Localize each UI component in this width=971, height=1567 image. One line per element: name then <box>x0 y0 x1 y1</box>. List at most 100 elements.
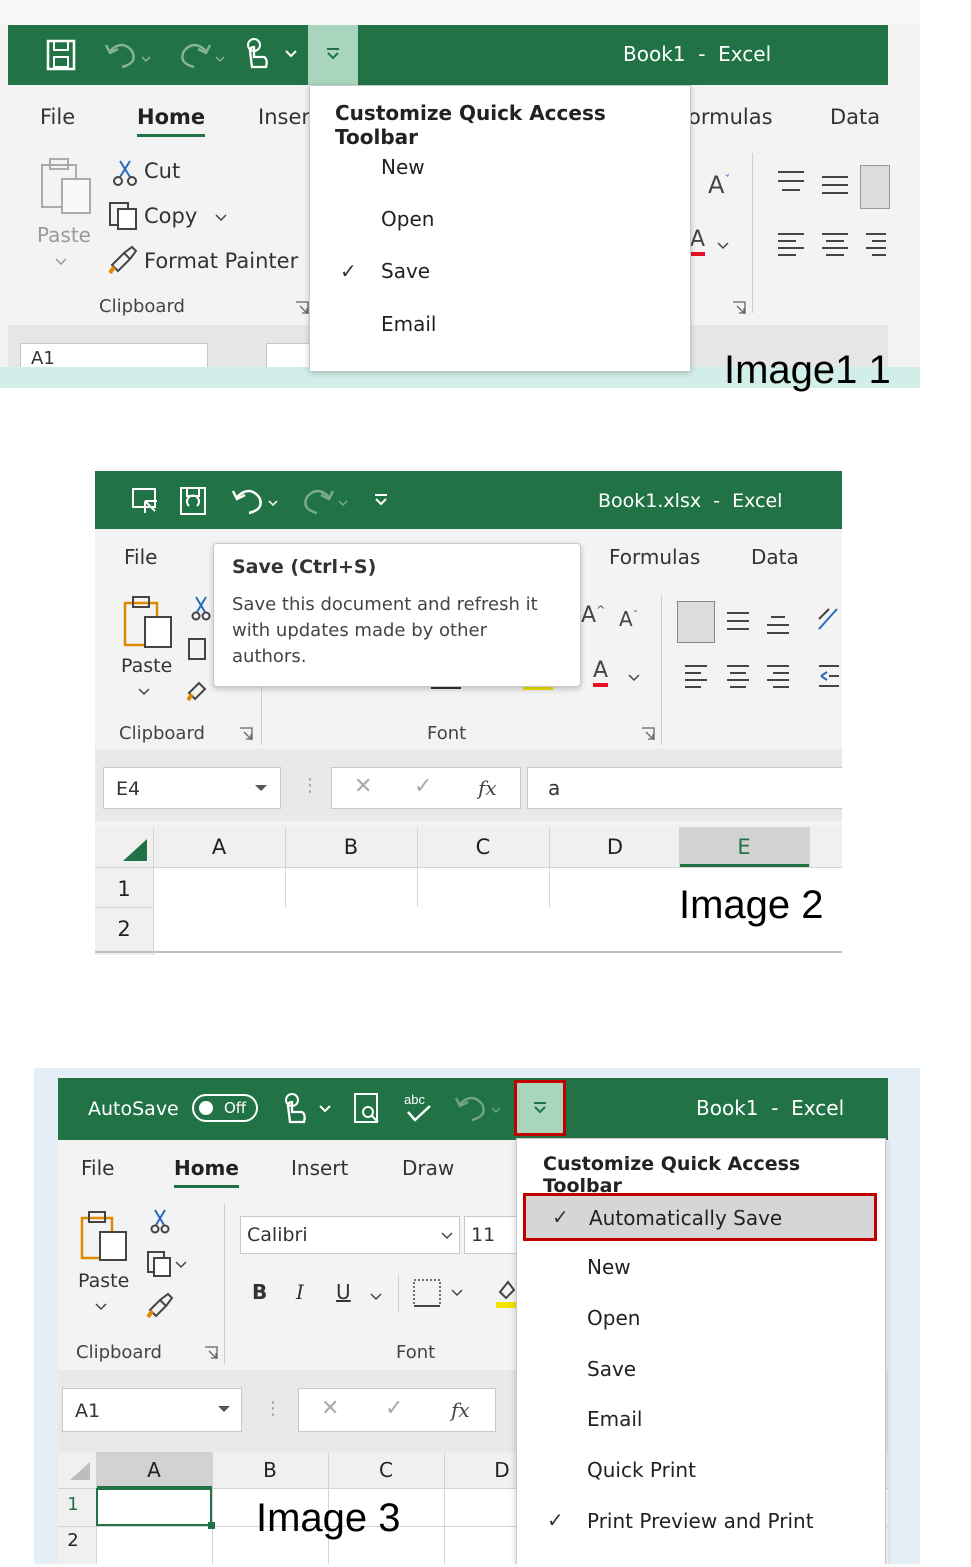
tab-formulas[interactable]: ormulas <box>688 105 773 129</box>
menu-item-open[interactable]: Open <box>587 1306 640 1330</box>
align-right-icon[interactable] <box>864 231 888 257</box>
format-painter-icon[interactable] <box>187 675 211 701</box>
decrease-font-icon[interactable]: Aˇ <box>619 607 638 631</box>
chevron-down-icon[interactable] <box>217 1405 231 1415</box>
copy-icon[interactable] <box>146 1250 192 1278</box>
font-size-select[interactable]: 11 <box>464 1216 522 1254</box>
column-header[interactable]: C <box>417 835 549 859</box>
save-icon[interactable] <box>46 39 76 71</box>
align-right-icon[interactable] <box>765 663 791 689</box>
align-top-button[interactable] <box>677 601 715 643</box>
paste-icon[interactable] <box>121 595 177 651</box>
menu-item-save[interactable]: Save <box>381 259 430 283</box>
underline-button[interactable]: U <box>336 1280 351 1304</box>
orientation-icon[interactable] <box>815 605 841 633</box>
decrease-indent-icon[interactable] <box>817 663 841 689</box>
align-left-icon[interactable] <box>683 663 709 689</box>
enter-icon[interactable]: ✓ <box>385 1396 403 1421</box>
chevron-down-icon[interactable] <box>370 1292 382 1302</box>
align-bottom-button[interactable] <box>860 165 890 209</box>
column-header[interactable]: C <box>328 1458 444 1482</box>
copy-icon[interactable] <box>187 637 213 665</box>
redo-icon[interactable] <box>299 485 351 517</box>
menu-item-automatically-save[interactable]: ✓ Automatically Save <box>523 1193 877 1241</box>
cut-icon[interactable] <box>150 1208 170 1234</box>
paste-icon[interactable] <box>78 1210 132 1264</box>
customize-qat-button[interactable] <box>514 1080 566 1136</box>
menu-item-open[interactable]: Open <box>381 207 434 231</box>
tab-data[interactable]: Data <box>751 545 799 569</box>
name-box[interactable]: A1 <box>62 1388 242 1432</box>
customize-qat-button[interactable] <box>308 25 358 85</box>
tab-data[interactable]: Data <box>830 105 880 129</box>
select-all-icon[interactable] <box>121 837 149 863</box>
menu-item-print-preview[interactable]: Print Preview and Print <box>587 1509 814 1533</box>
dialog-launcher-icon[interactable] <box>204 1346 218 1360</box>
active-cell[interactable] <box>96 1488 212 1526</box>
tab-formulas[interactable]: Formulas <box>609 545 700 569</box>
bold-button[interactable]: B <box>252 1280 267 1304</box>
touch-mode-icon[interactable] <box>240 37 300 73</box>
menu-item-new[interactable]: New <box>381 155 425 179</box>
menu-item-new[interactable]: New <box>587 1255 631 1279</box>
font-color-icon[interactable]: A <box>690 227 706 256</box>
align-bottom-icon[interactable] <box>765 613 791 637</box>
row-header[interactable]: 1 <box>58 1494 88 1515</box>
name-box[interactable]: E4 <box>103 767 281 809</box>
menu-item-save[interactable]: Save <box>587 1357 636 1381</box>
align-center-icon[interactable] <box>725 663 751 689</box>
format-painter-icon[interactable] <box>108 245 140 275</box>
column-header[interactable]: A <box>153 835 285 859</box>
formula-input[interactable]: a <box>527 767 842 809</box>
tab-home[interactable]: Home <box>137 105 206 137</box>
menu-item-quick-print[interactable]: Quick Print <box>587 1458 696 1482</box>
chevron-down-icon[interactable] <box>54 257 68 267</box>
column-header[interactable]: A <box>96 1458 212 1482</box>
presenter-icon[interactable] <box>131 487 159 515</box>
enter-icon[interactable]: ✓ <box>414 774 432 799</box>
column-header[interactable]: D <box>549 835 681 859</box>
cut-icon[interactable] <box>112 159 138 187</box>
insert-function-icon[interactable]: fx <box>478 776 497 800</box>
borders-icon[interactable] <box>412 1278 472 1308</box>
undo-icon[interactable] <box>104 39 152 71</box>
customize-qat-icon[interactable] <box>373 493 389 507</box>
format-painter-icon[interactable] <box>146 1290 176 1318</box>
menu-item-email[interactable]: Email <box>381 312 437 336</box>
paste-label[interactable]: Paste <box>78 1270 129 1292</box>
cancel-icon[interactable]: ✕ <box>321 1396 339 1421</box>
column-header[interactable]: B <box>285 835 417 859</box>
dialog-launcher-icon[interactable] <box>295 301 309 315</box>
cut-icon[interactable] <box>191 595 211 621</box>
align-left-icon[interactable] <box>776 231 806 257</box>
column-header[interactable]: B <box>212 1458 328 1482</box>
dialog-launcher-icon[interactable] <box>239 727 253 741</box>
chevron-down-icon[interactable] <box>627 673 641 683</box>
chevron-down-icon[interactable] <box>716 241 730 251</box>
copy-icon[interactable] <box>108 201 142 231</box>
touch-mode-icon[interactable] <box>280 1092 338 1128</box>
tab-insert[interactable]: Insert <box>291 1156 348 1180</box>
more-icon[interactable]: ⋮ <box>301 775 319 796</box>
dialog-launcher-icon[interactable] <box>641 727 655 741</box>
paste-label[interactable]: Paste <box>121 655 172 677</box>
chevron-down-icon[interactable] <box>137 687 151 697</box>
fill-color-icon[interactable] <box>496 1276 516 1310</box>
font-color-icon[interactable]: A <box>593 659 609 687</box>
increase-font-icon[interactable]: A^ <box>581 603 605 628</box>
dialog-launcher-icon[interactable] <box>732 301 746 315</box>
autosave-toggle[interactable]: Off <box>192 1094 258 1122</box>
select-all-icon[interactable] <box>68 1460 92 1482</box>
format-painter-button[interactable]: Format Painter <box>144 249 298 273</box>
spelling-icon[interactable]: abc <box>402 1090 436 1126</box>
align-middle-icon[interactable] <box>725 609 751 633</box>
undo-icon[interactable] <box>454 1092 506 1124</box>
tab-file[interactable]: File <box>81 1156 114 1180</box>
menu-item-email[interactable]: Email <box>587 1407 643 1431</box>
tab-draw[interactable]: Draw <box>402 1156 454 1180</box>
paste-icon[interactable] <box>38 157 96 215</box>
redo-icon[interactable] <box>176 39 226 71</box>
row-header[interactable]: 2 <box>58 1530 88 1551</box>
copy-button[interactable]: Copy <box>144 204 197 228</box>
save-icon[interactable] <box>179 486 209 516</box>
